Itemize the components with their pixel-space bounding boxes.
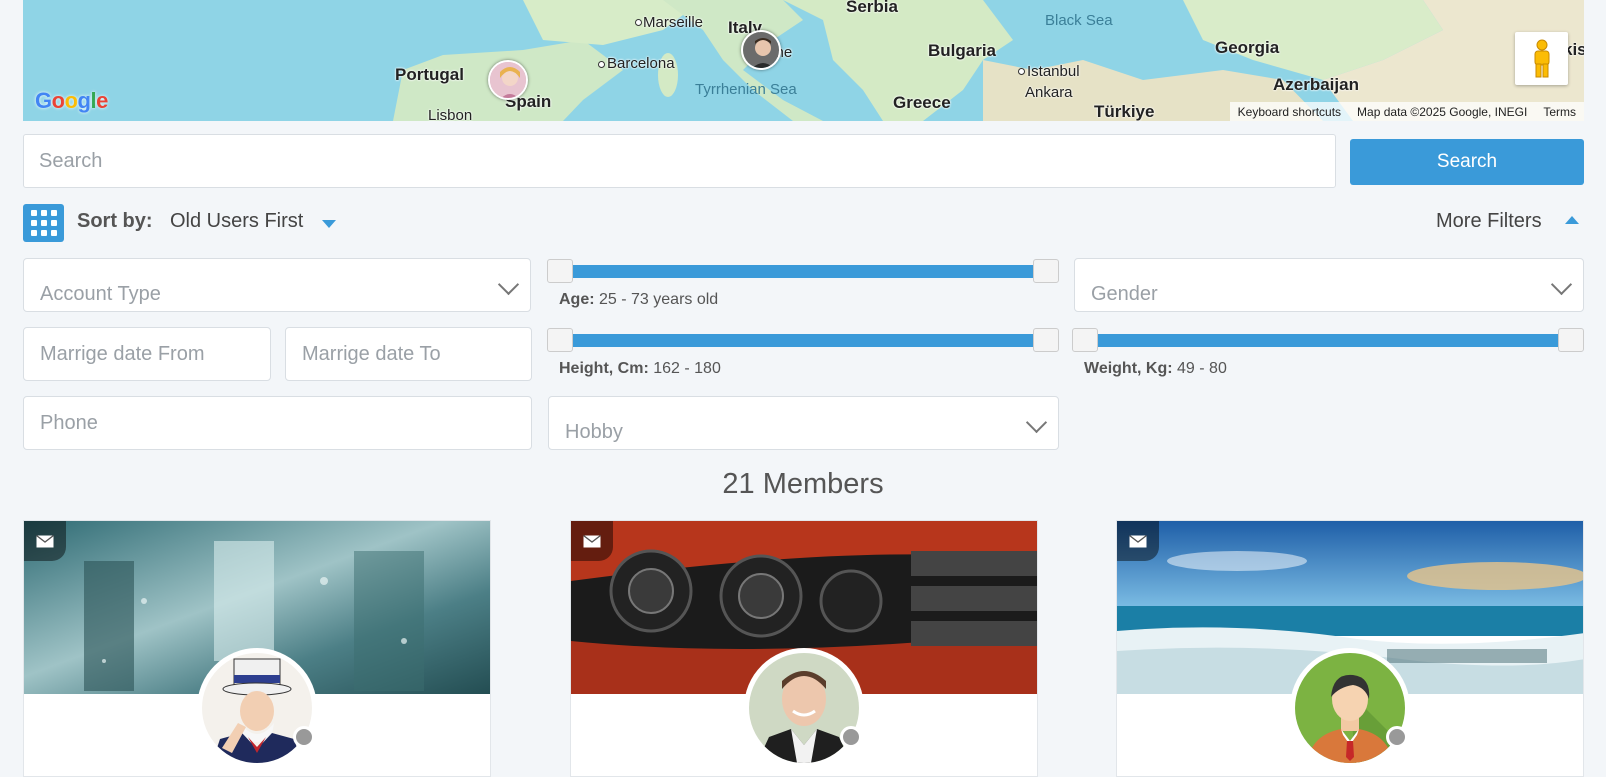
- age-label: Age:: [559, 291, 595, 308]
- map-label-marseille: Marseille: [643, 14, 704, 31]
- gender-label: Gender: [1091, 283, 1158, 305]
- caret-up-icon[interactable]: [1565, 216, 1579, 224]
- member-avatar[interactable]: [197, 648, 317, 768]
- map-member-pin[interactable]: [488, 60, 528, 100]
- hobby-label: Hobby: [565, 421, 623, 443]
- height-max-handle[interactable]: [1033, 328, 1059, 352]
- map-data-text: Map data ©2025 Google, INEGI: [1357, 104, 1528, 119]
- hobby-select[interactable]: Hobby: [548, 396, 1059, 450]
- age-min-handle[interactable]: [547, 259, 573, 283]
- map-label-black-sea: Black Sea: [1045, 12, 1113, 29]
- map-label-greece: Greece: [893, 93, 951, 112]
- account-type-select[interactable]: Account Type: [23, 258, 531, 312]
- marriage-date-to-placeholder: Marrige date To: [302, 342, 441, 365]
- grid-view-toggle[interactable]: [23, 204, 64, 242]
- map-label-barcelona: Barcelona: [607, 55, 675, 72]
- marriage-date-from-placeholder: Marrige date From: [40, 342, 205, 365]
- terms-link[interactable]: Terms: [1543, 105, 1576, 119]
- city-dot: [598, 61, 605, 68]
- online-status-indicator: [293, 726, 315, 748]
- mail-icon: [36, 534, 54, 547]
- map-label-lisbon: Lisbon: [428, 107, 473, 121]
- message-button[interactable]: [1117, 521, 1159, 561]
- map-label-ankara: Ankara: [1025, 84, 1073, 101]
- weight-slider-track: [1082, 334, 1574, 347]
- gender-select[interactable]: Gender: [1074, 258, 1584, 312]
- search-button[interactable]: Search: [1350, 139, 1584, 185]
- age-max-handle[interactable]: [1033, 259, 1059, 283]
- height-min-handle[interactable]: [547, 328, 573, 352]
- height-slider[interactable]: [547, 328, 1059, 352]
- phone-placeholder: Phone: [40, 411, 98, 434]
- height-label: Height, Cm:: [559, 360, 649, 377]
- pegman-icon: [1534, 39, 1549, 77]
- age-slider-track: [557, 265, 1049, 278]
- map-member-pin[interactable]: [741, 30, 781, 70]
- weight-caption: Weight, Kg: 49 - 80: [1084, 360, 1227, 378]
- height-slider-track: [557, 334, 1049, 347]
- marriage-date-to-field[interactable]: Marrige date To: [285, 327, 532, 381]
- city-dot: [1018, 68, 1025, 75]
- members-map[interactable]: Serbia Marseille Italy ome Black Sea Geo…: [23, 0, 1584, 121]
- online-status-indicator: [1386, 726, 1408, 748]
- map-label-portugal: Portugal: [395, 65, 464, 84]
- member-card[interactable]: [1116, 520, 1584, 777]
- more-filters-toggle[interactable]: More Filters: [1436, 210, 1542, 233]
- weight-range: 49 - 80: [1177, 360, 1227, 377]
- default-male-avatar-image: [1295, 653, 1405, 763]
- map-label-tyrrhenian-sea: Tyrrhenian Sea: [695, 81, 797, 98]
- member-card[interactable]: [570, 520, 1038, 777]
- map-label-serbia: Serbia: [846, 0, 898, 16]
- height-range: 162 - 180: [653, 360, 721, 377]
- age-slider[interactable]: [547, 259, 1059, 283]
- sort-dropdown[interactable]: Old Users First: [170, 210, 303, 233]
- mail-icon: [583, 534, 601, 547]
- marriage-date-from-field[interactable]: Marrige date From: [23, 327, 271, 381]
- chevron-down-icon: [1025, 411, 1048, 434]
- map-attribution: Keyboard shortcuts Map data ©2025 Google…: [1229, 102, 1584, 121]
- map-label-istanbul: Istanbul: [1027, 63, 1080, 80]
- google-logo: Google: [35, 88, 108, 113]
- grid-icon: [30, 210, 37, 216]
- weight-slider[interactable]: [1072, 328, 1584, 352]
- uncle-sam-avatar-image: [202, 653, 312, 763]
- weight-min-handle[interactable]: [1072, 328, 1098, 352]
- member-avatar[interactable]: [744, 648, 864, 768]
- weight-label: Weight, Kg:: [1084, 360, 1173, 377]
- member-card[interactable]: [23, 520, 491, 777]
- phone-field[interactable]: Phone: [23, 396, 532, 450]
- age-caption: Age: 25 - 73 years old: [559, 291, 718, 309]
- mail-icon: [1129, 534, 1147, 547]
- map-label-azerbaijan: Azerbaijan: [1273, 75, 1359, 94]
- search-input[interactable]: [23, 134, 1336, 188]
- online-status-indicator: [840, 726, 862, 748]
- map-label-turkiye: Türkiye: [1094, 102, 1155, 121]
- chevron-down-icon: [497, 273, 520, 296]
- sort-label: Sort by:: [77, 210, 153, 232]
- weight-max-handle[interactable]: [1558, 328, 1584, 352]
- map-label-bulgaria: Bulgaria: [928, 41, 997, 60]
- keyboard-shortcuts-link[interactable]: Keyboard shortcuts: [1238, 105, 1341, 119]
- chevron-down-icon: [1550, 273, 1573, 296]
- city-dot: [635, 19, 642, 26]
- young-man-avatar-image: [749, 653, 859, 763]
- message-button[interactable]: [571, 521, 613, 561]
- message-button[interactable]: [24, 521, 66, 561]
- height-caption: Height, Cm: 162 - 180: [559, 360, 721, 378]
- account-type-label: Account Type: [40, 283, 161, 305]
- map-label-georgia: Georgia: [1215, 38, 1280, 57]
- age-range: 25 - 73 years old: [599, 291, 719, 308]
- members-count: 21 Members: [722, 468, 884, 500]
- member-avatar[interactable]: [1290, 648, 1410, 768]
- caret-down-icon[interactable]: [322, 220, 336, 228]
- street-view-pegman[interactable]: [1515, 32, 1568, 85]
